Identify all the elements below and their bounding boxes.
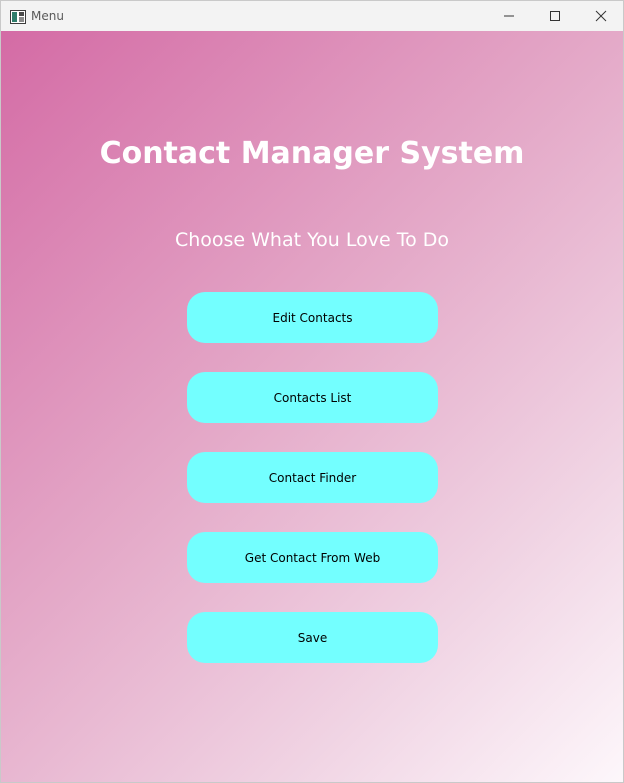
close-button[interactable] — [578, 1, 623, 31]
app-window-icon — [10, 9, 26, 24]
get-contact-from-web-button[interactable]: Get Contact From Web — [187, 532, 438, 583]
maximize-button[interactable] — [532, 1, 578, 31]
save-button[interactable]: Save — [187, 612, 438, 663]
contact-finder-button[interactable]: Contact Finder — [187, 452, 438, 503]
app-window: Menu Contact Manager System Choose What … — [0, 0, 624, 783]
minimize-icon — [503, 10, 515, 22]
menu-panel: Contact Manager System Choose What You L… — [1, 31, 623, 782]
maximize-icon — [549, 10, 561, 22]
title-bar[interactable]: Menu — [1, 1, 623, 31]
close-icon — [595, 10, 607, 22]
minimize-button[interactable] — [486, 1, 532, 31]
page-title: Contact Manager System — [99, 136, 525, 171]
edit-contacts-button[interactable]: Edit Contacts — [187, 292, 438, 343]
window-title: Menu — [31, 9, 64, 23]
contacts-list-button[interactable]: Contacts List — [187, 372, 438, 423]
page-subtitle: Choose What You Love To Do — [174, 229, 450, 251]
